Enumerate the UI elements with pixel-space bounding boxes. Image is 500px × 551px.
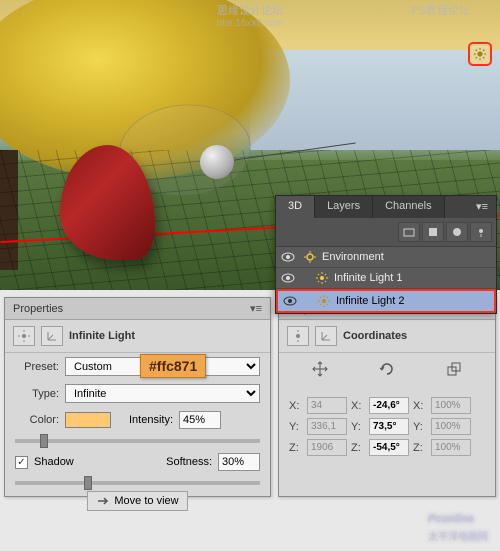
transform-mode-icons — [279, 353, 495, 389]
visibility-toggle[interactable] — [280, 250, 296, 264]
type-label: Type: — [15, 388, 59, 400]
color-swatch[interactable] — [65, 412, 111, 428]
x-scale-input[interactable] — [431, 397, 471, 414]
softness-label: Softness: — [166, 456, 212, 468]
intensity-label: Intensity: — [129, 414, 173, 426]
properties-panel-coordinates: Properties ▾≡ Coordinates X: X: X: Y: Y:… — [278, 297, 496, 497]
slider-thumb[interactable] — [40, 434, 48, 448]
coordinates-icon-button[interactable] — [315, 326, 337, 346]
light-icon — [316, 294, 332, 308]
filter-mesh-button[interactable] — [422, 222, 444, 242]
light-type-icon-button[interactable] — [287, 326, 309, 346]
panel-menu-icon[interactable]: ▾≡ — [468, 196, 496, 218]
3d-panel: 3D Layers Channels ▾≡ Environment Infini… — [275, 195, 497, 314]
light-icon — [314, 271, 330, 285]
panel-title: Properties — [13, 303, 63, 315]
intensity-slider[interactable] — [15, 439, 260, 443]
preset-label: Preset: — [15, 361, 59, 373]
watermark-top-right: PS教程论坛 — [411, 2, 470, 18]
visibility-toggle[interactable] — [282, 294, 298, 308]
panel-menu-icon[interactable]: ▾≡ — [250, 302, 262, 315]
coord-row-y: Y: Y: Y: — [289, 416, 485, 437]
visibility-toggle[interactable] — [280, 271, 296, 285]
tab-3d[interactable]: 3D — [276, 196, 315, 218]
light-gizmo-sphere[interactable] — [200, 145, 234, 179]
light-type-icon-button[interactable] — [13, 326, 35, 346]
watermark-bottom: Pconline 太平洋电脑网 — [428, 502, 488, 543]
y-pos-input[interactable] — [307, 418, 347, 435]
coord-row-x: X: X: X: — [289, 395, 485, 416]
y-rot-input[interactable] — [369, 418, 409, 435]
move-to-view-button[interactable]: Move to view — [87, 491, 187, 511]
z-rot-input[interactable] — [369, 439, 409, 456]
layer-infinite-light-2[interactable]: Infinite Light 2 — [276, 289, 496, 313]
coordinates-icon-button[interactable] — [41, 326, 63, 346]
move-mode-icon[interactable] — [309, 359, 331, 379]
layer-label: Infinite Light 2 — [336, 295, 405, 307]
tab-channels[interactable]: Channels — [373, 196, 444, 218]
properties-header: Properties ▾≡ — [5, 298, 270, 320]
type-select[interactable]: Infinite — [65, 384, 260, 403]
3d-filter-toolbar — [276, 218, 496, 247]
move-icon — [96, 495, 110, 507]
properties-subheader: Infinite Light — [5, 320, 270, 353]
filter-scene-button[interactable] — [398, 222, 420, 242]
subtitle: Infinite Light — [69, 330, 135, 342]
coord-row-z: Z: Z: Z: — [289, 437, 485, 458]
softness-slider[interactable] — [15, 481, 260, 485]
intensity-input[interactable] — [179, 411, 221, 429]
slider-thumb[interactable] — [84, 476, 92, 490]
tab-layers[interactable]: Layers — [315, 196, 373, 218]
watermark-top: 思缘设计论坛 bbs.16xx8.com — [216, 2, 283, 29]
color-label: Color: — [15, 414, 59, 426]
filter-light-button[interactable] — [470, 222, 492, 242]
y-scale-input[interactable] — [431, 418, 471, 435]
z-scale-input[interactable] — [431, 439, 471, 456]
subtitle: Coordinates — [343, 330, 407, 342]
rotate-mode-icon[interactable] — [376, 359, 398, 379]
coordinate-grid: X: X: X: Y: Y: Y: Z: Z: Z: — [279, 389, 495, 464]
layer-environment[interactable]: Environment — [276, 247, 496, 268]
panel-tabs: 3D Layers Channels ▾≡ — [276, 196, 496, 218]
layer-label: Environment — [322, 251, 384, 263]
light-widget-button[interactable] — [468, 42, 492, 66]
shadow-label: Shadow — [34, 456, 74, 468]
sun-icon — [473, 47, 487, 61]
environment-icon — [302, 250, 318, 264]
layer-label: Infinite Light 1 — [334, 272, 403, 284]
layer-infinite-light-1[interactable]: Infinite Light 1 — [276, 268, 496, 289]
shadow-checkbox[interactable] — [15, 456, 28, 469]
softness-input[interactable] — [218, 453, 260, 471]
x-pos-input[interactable] — [307, 397, 347, 414]
properties-subheader: Coordinates — [279, 320, 495, 353]
scale-mode-icon[interactable] — [443, 359, 465, 379]
hex-color-callout: #ffc871 — [140, 354, 206, 378]
z-pos-input[interactable] — [307, 439, 347, 456]
3d-layer-list: Environment Infinite Light 1 Infinite Li… — [276, 247, 496, 313]
properties-panel-light: Properties ▾≡ Infinite Light Preset: Cus… — [4, 297, 271, 497]
x-rot-input[interactable] — [369, 397, 409, 414]
filter-material-button[interactable] — [446, 222, 468, 242]
